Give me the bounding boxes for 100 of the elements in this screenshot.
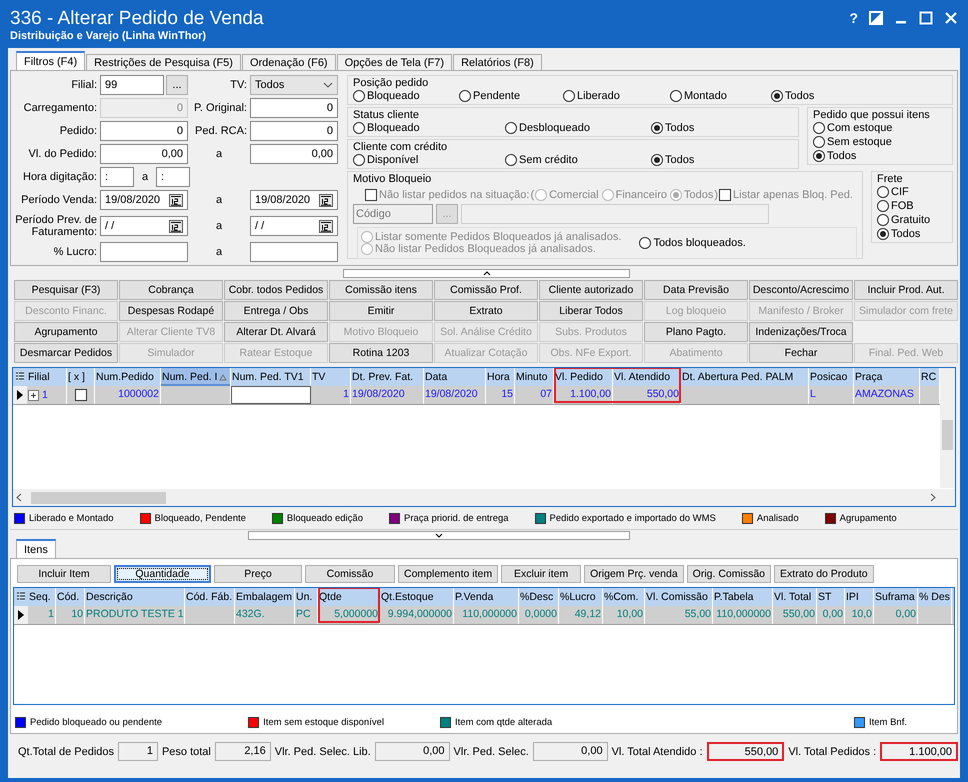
field-label: a <box>140 171 150 183</box>
radio-button[interactable] <box>505 154 517 166</box>
radio-button[interactable] <box>639 237 652 249</box>
action-button[interactable]: Comissão Prof. <box>434 280 538 300</box>
action-button[interactable]: Indenizações/Troca <box>749 322 853 342</box>
action-button[interactable]: Incluir Item <box>17 565 111 583</box>
legend-label: Praça priorid. de entrega <box>404 512 509 524</box>
action-button[interactable]: Comissão itens <box>329 280 433 300</box>
action-button[interactable]: Desconto/Acrescimo <box>749 280 853 300</box>
horizontal-scrollbar[interactable] <box>13 489 955 506</box>
help-button[interactable]: ? <box>849 10 858 26</box>
input-field[interactable]: 99 <box>100 75 164 95</box>
radio-button[interactable] <box>771 90 783 102</box>
calendar-icon[interactable] <box>169 220 183 232</box>
column-header[interactable]: Num. Ped. I <box>161 368 231 386</box>
action-button[interactable]: Alterar Dt. Alvará <box>224 322 328 342</box>
action-button[interactable]: Origem Prç. venda <box>584 565 684 583</box>
input-field[interactable] <box>100 242 188 262</box>
action-button[interactable]: Rotina 1203 <box>329 343 433 363</box>
radio-button[interactable] <box>353 154 365 166</box>
input-field[interactable] <box>250 242 338 262</box>
vertical-scrollbar[interactable] <box>940 368 955 488</box>
tab[interactable]: Ordenação (F6) <box>242 54 336 70</box>
radio-button[interactable] <box>877 200 889 212</box>
chevron-down-icon[interactable] <box>435 532 443 538</box>
radio-button[interactable] <box>459 90 471 102</box>
tab[interactable]: Filtros (F4) <box>16 51 86 70</box>
radio-button[interactable] <box>813 122 825 134</box>
action-button[interactable]: Excluir item <box>501 565 582 583</box>
contrast-icon[interactable] <box>869 11 883 25</box>
radio-button[interactable] <box>813 136 825 148</box>
date-field[interactable]: 19/08/2020 <box>100 190 188 210</box>
radio-button[interactable] <box>505 122 517 134</box>
radio-button[interactable] <box>670 90 682 102</box>
date-field[interactable]: / / <box>100 216 188 236</box>
radio-button[interactable] <box>353 90 365 102</box>
radio-button[interactable] <box>877 186 889 198</box>
date-field[interactable]: 19/08/2020 <box>250 190 338 210</box>
total-label: Vlr. Ped. Selec. <box>454 746 529 758</box>
calendar-icon[interactable] <box>319 220 333 232</box>
total-label: Vl. Total Pedidos : <box>788 746 876 758</box>
radio-button[interactable] <box>563 90 575 102</box>
tab[interactable]: Itens <box>16 539 56 558</box>
tab[interactable]: Opções de Tela (F7) <box>336 54 452 70</box>
radio-button[interactable] <box>651 154 663 166</box>
input-field[interactable]: : <box>156 167 190 187</box>
action-button[interactable]: Agrupamento <box>14 322 118 342</box>
action-button[interactable]: Fechar <box>749 343 853 363</box>
splitter-handle[interactable] <box>248 530 630 540</box>
action-button[interactable]: Cobr. todos Pedidos <box>224 280 328 300</box>
action-button[interactable]: Plano Pagto. <box>644 322 748 342</box>
action-button[interactable]: Quantidade <box>114 565 211 583</box>
input-field[interactable]: : <box>100 167 134 187</box>
action-button[interactable]: Emitir <box>329 301 433 321</box>
action-button[interactable]: Preço <box>214 565 302 583</box>
calendar-icon[interactable] <box>169 194 183 206</box>
description-field[interactable] <box>461 204 769 224</box>
action-button[interactable]: Cliente autorizado <box>539 280 643 300</box>
calendar-icon[interactable] <box>319 194 333 206</box>
window-title: 336 - Alterar Pedido de Venda <box>10 8 264 30</box>
input-field[interactable]: 0 <box>100 121 188 141</box>
dropdown[interactable]: Todos <box>250 75 338 95</box>
radio-button[interactable] <box>877 214 889 226</box>
action-button[interactable]: Pesquisar (F3) <box>14 280 118 300</box>
radio-label: Comercial <box>549 189 599 201</box>
column-menu-icon[interactable] <box>17 592 25 602</box>
maximize-icon[interactable] <box>919 11 933 25</box>
radio-button[interactable] <box>651 122 663 134</box>
action-button[interactable]: Incluir Prod. Aut. <box>854 280 958 300</box>
action-button[interactable]: Despesas Rodapé <box>119 301 223 321</box>
action-button[interactable]: Liberar Todos <box>539 301 643 321</box>
action-button[interactable]: Comissão <box>305 565 395 583</box>
tab[interactable]: Restrições de Pesquisa (F5) <box>86 54 241 70</box>
action-button[interactable]: Extrato <box>434 301 538 321</box>
table-cell: 110,000000 <box>454 606 519 624</box>
lookup-button[interactable]: ... <box>166 75 188 95</box>
action-button[interactable]: Cobrança <box>119 280 223 300</box>
code-field[interactable]: Código <box>353 204 433 224</box>
action-button[interactable]: Extrato do Produto <box>774 565 874 583</box>
tab[interactable]: Relatórios (F8) <box>453 54 542 70</box>
radio-button[interactable] <box>813 150 825 162</box>
radio-button[interactable] <box>877 228 889 240</box>
date-field[interactable]: / / <box>250 216 338 236</box>
action-button[interactable]: Desmarcar Pedidos <box>14 343 118 363</box>
action-button[interactable]: Complemento item <box>398 565 498 583</box>
radio-button[interactable] <box>353 122 365 134</box>
input-field[interactable]: 0,00 <box>250 144 338 164</box>
action-button[interactable]: Orig. Comissão <box>686 565 772 583</box>
input-field[interactable]: 0 <box>250 98 338 118</box>
column-menu-icon[interactable] <box>16 372 24 382</box>
action-button[interactable]: Entrega / Obs <box>224 301 328 321</box>
checkbox[interactable] <box>74 389 86 401</box>
chevron-up-icon[interactable] <box>482 270 490 276</box>
input-field[interactable]: 0 <box>250 121 338 141</box>
field-label: a <box>214 220 224 232</box>
input-field[interactable]: 0,00 <box>100 144 188 164</box>
splitter-handle[interactable] <box>343 268 630 278</box>
cell-editor[interactable] <box>231 386 311 404</box>
action-button[interactable]: Data Previsão <box>644 280 748 300</box>
close-icon[interactable] <box>944 11 958 25</box>
